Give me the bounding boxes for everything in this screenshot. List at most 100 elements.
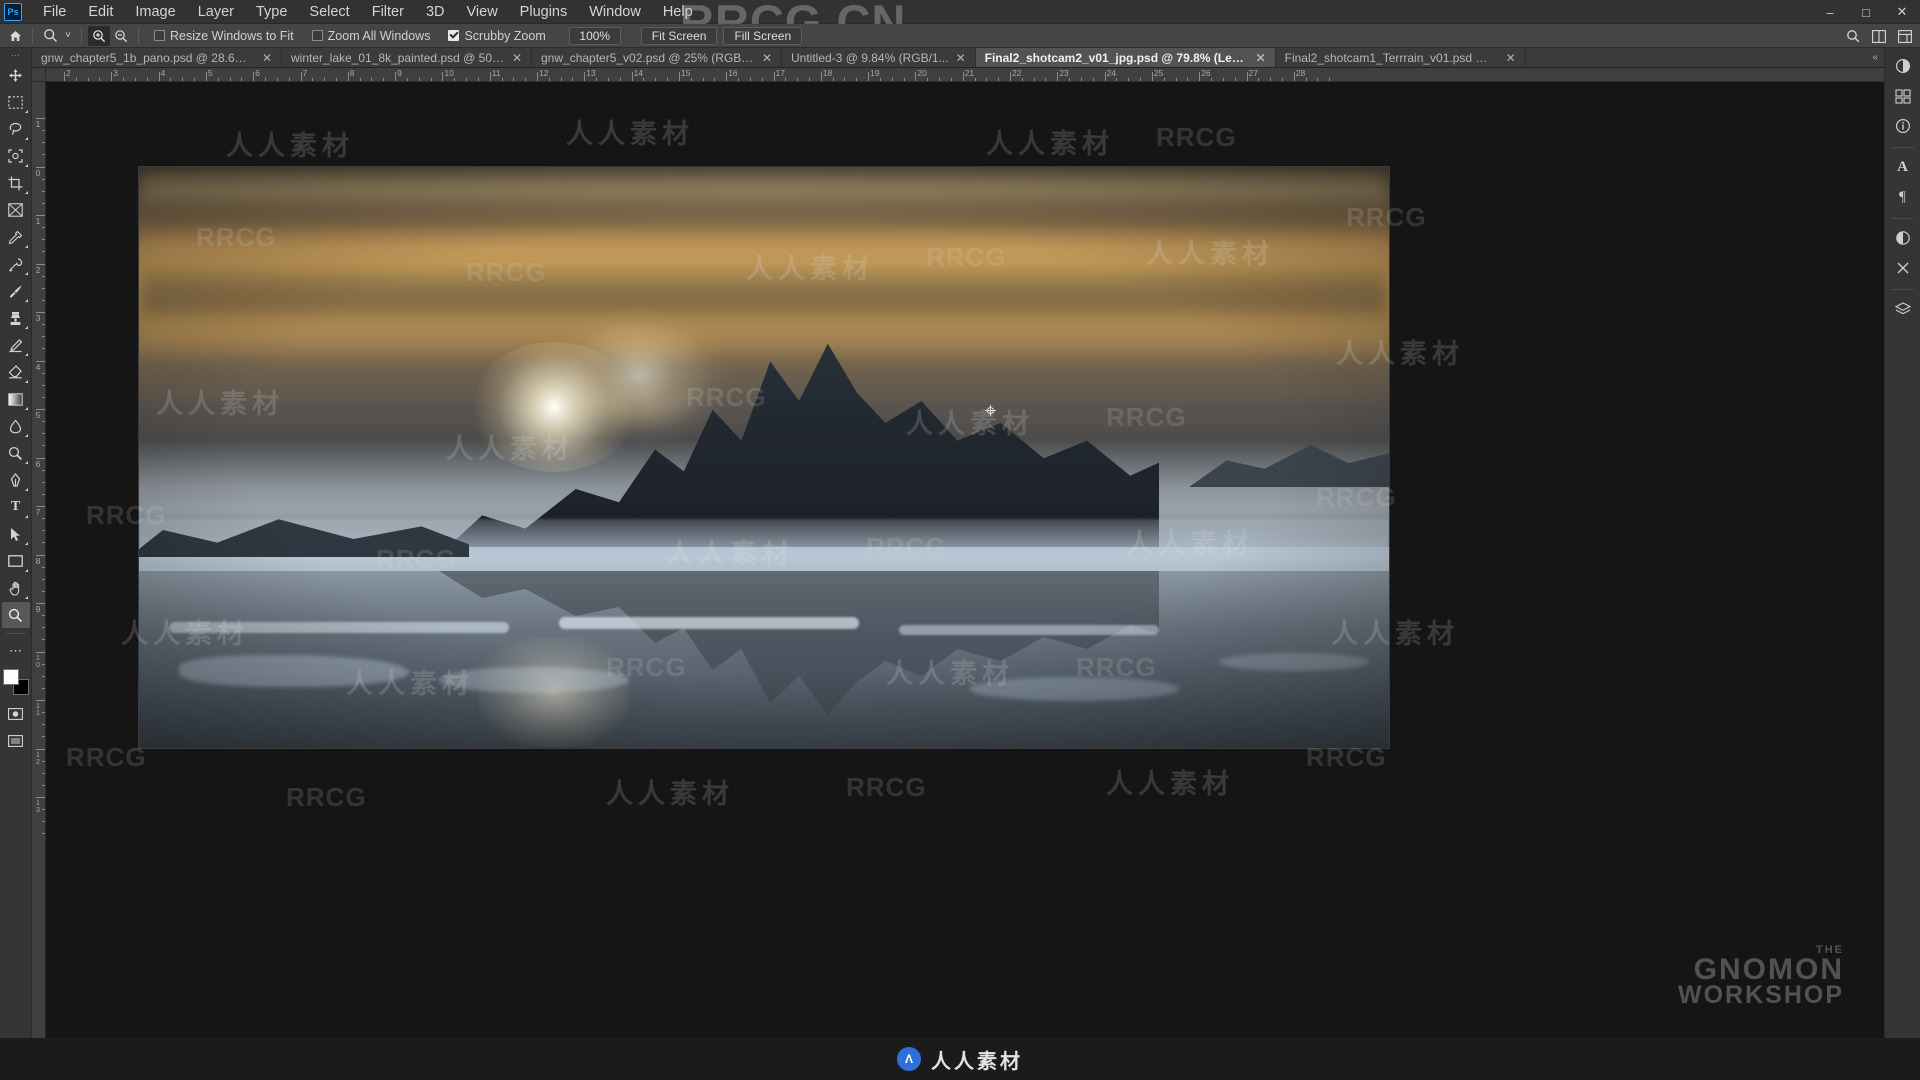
arrange-documents-icon[interactable]	[1868, 26, 1890, 46]
tool-spot-healing-brush[interactable]	[2, 251, 30, 277]
tool-edit-toolbar[interactable]: ⋯	[2, 638, 30, 664]
tool-rectangular-marquee[interactable]	[2, 89, 30, 115]
document-tab-4[interactable]: Untitled-3 @ 9.84% (RGB/1... ✕	[782, 48, 976, 67]
ruler-tick	[1151, 72, 1153, 81]
workspace-switcher-icon[interactable]	[1894, 26, 1916, 46]
close-icon[interactable]: ✕	[1256, 52, 1266, 64]
properties-panel-icon[interactable]	[1888, 254, 1918, 282]
ruler-label: 1 3	[36, 800, 40, 814]
collapse-panels-icon[interactable]: «	[1872, 52, 1878, 63]
menu-type[interactable]: Type	[245, 1, 298, 23]
close-icon[interactable]: ✕	[262, 52, 272, 64]
fill-screen-button[interactable]: Fill Screen	[723, 26, 803, 45]
tool-submenu-indicator	[24, 110, 28, 113]
menu-image[interactable]: Image	[124, 1, 186, 23]
menu-plugins[interactable]: Plugins	[509, 1, 579, 23]
menu-filter[interactable]: Filter	[361, 1, 415, 23]
tool-pen[interactable]	[2, 467, 30, 493]
close-icon[interactable]: ✕	[956, 52, 966, 64]
info-panel-icon[interactable]	[1888, 112, 1918, 140]
toolbar-grip[interactable]: ⋯	[9, 50, 23, 60]
tool-horizontal-type[interactable]: T	[2, 494, 30, 520]
gnomon-line-3: WORKSHOP	[1678, 981, 1844, 1010]
vertical-ruler[interactable]: 101234567891 01 11 21 3	[32, 82, 46, 1064]
ruler-tick	[820, 72, 822, 81]
color-swatches[interactable]	[2, 669, 29, 695]
ruler-tick	[36, 748, 45, 750]
document-tab-3[interactable]: gnw_chapter5_v02.psd @ 25% (RGB/1... ✕	[532, 48, 782, 67]
menu-help[interactable]: Help	[652, 1, 704, 23]
watermark-rrcg: RRCG	[846, 772, 927, 802]
maximize-button[interactable]: □	[1848, 0, 1884, 24]
horizontal-ruler[interactable]: 2 3 4 5 6 7 8 9 10 11 12 13 14 15 16 17 18 19 20 21 22 23 24 25…	[46, 68, 1884, 82]
canvas-viewport[interactable]: 人人素材 RRCG 人人素材 RRCG 人人素材 RRCG 人人素材 RRCG …	[46, 82, 1884, 1064]
close-icon[interactable]: ✕	[512, 52, 522, 64]
tool-submenu-indicator	[24, 380, 28, 383]
document-tab-5-active[interactable]: Final2_shotcam2_v01_jpg.psd @ 79.8% (Lev…	[975, 48, 1276, 67]
document-tab-2[interactable]: winter_lake_01_8k_painted.psd @ 50% (Gro…	[282, 48, 532, 67]
character-panel-icon[interactable]: A	[1888, 153, 1918, 181]
paragraph-panel-icon[interactable]: ¶	[1888, 183, 1918, 211]
ruler-label: 1 0	[36, 654, 40, 669]
menu-layer[interactable]: Layer	[187, 1, 245, 23]
document-tab-1[interactable]: gnw_chapter5_1b_pano.psd @ 28.6% (RGB/32…	[32, 48, 282, 67]
tool-submenu-indicator	[24, 542, 28, 545]
ruler-tick	[36, 797, 45, 798]
tool-lasso[interactable]	[2, 116, 30, 142]
zoom-out-icon[interactable]	[110, 26, 132, 46]
zoom-all-windows-checkbox[interactable]: Zoom All Windows	[311, 29, 430, 43]
search-icon[interactable]	[1842, 26, 1864, 46]
zoom-percent-field[interactable]: 100%	[568, 26, 621, 45]
zoom-in-icon[interactable]	[88, 25, 110, 46]
layers-panel-icon[interactable]	[1888, 295, 1918, 323]
tool-crop[interactable]	[2, 170, 30, 196]
resize-windows-to-fit-checkbox[interactable]: Resize Windows to Fit	[154, 29, 294, 43]
close-icon[interactable]: ✕	[1506, 52, 1516, 64]
quick-mask-icon[interactable]	[2, 701, 30, 727]
zoom-tool-icon[interactable]	[39, 26, 61, 46]
canvas-image[interactable]	[138, 166, 1390, 749]
document-tab-6[interactable]: Final2_shotcam1_Terrrain_v01.psd @ 79.8%…	[1275, 48, 1526, 67]
tool-dodge[interactable]	[2, 440, 30, 466]
menu-3d[interactable]: 3D	[415, 1, 456, 23]
divider	[5, 633, 26, 634]
tool-eyedropper[interactable]	[2, 224, 30, 250]
foreground-color-swatch[interactable]	[2, 669, 19, 685]
tool-rectangle[interactable]	[2, 548, 30, 574]
menu-view[interactable]: View	[456, 1, 509, 23]
color-panel-icon[interactable]	[1888, 52, 1918, 80]
tool-zoom[interactable]	[1, 602, 30, 628]
libraries-panel-icon[interactable]	[1888, 82, 1918, 110]
tool-gradient[interactable]	[2, 386, 30, 412]
close-button[interactable]: ✕	[1884, 0, 1920, 24]
tool-move[interactable]	[2, 62, 30, 88]
tool-frame[interactable]	[2, 197, 30, 223]
tool-eraser[interactable]	[2, 359, 30, 385]
ruler-tick	[1057, 72, 1059, 81]
tool-blur[interactable]	[2, 413, 30, 439]
menu-select[interactable]: Select	[298, 1, 360, 23]
tool-clone-stamp[interactable]	[2, 305, 30, 331]
menu-window[interactable]: Window	[578, 1, 652, 23]
minimize-button[interactable]: –	[1812, 0, 1848, 24]
divider	[1891, 218, 1914, 219]
menu-file[interactable]: File	[32, 1, 77, 23]
ruler-corner[interactable]	[32, 68, 46, 82]
tool-object-selection[interactable]	[2, 143, 30, 169]
tool-hand[interactable]	[2, 575, 30, 601]
menu-edit[interactable]: Edit	[77, 1, 124, 23]
screen-mode-icon[interactable]	[2, 728, 30, 754]
ruler-label: 2	[35, 264, 41, 275]
tool-path-selection[interactable]	[2, 521, 30, 547]
workspace-body: ⋯ T ⋯ gnw_chapter5_1b_pano.psd @ 28.6% (…	[0, 48, 1920, 1080]
tool-brush[interactable]	[2, 278, 30, 304]
home-icon[interactable]	[4, 26, 26, 46]
tool-preset-chevron-down-icon[interactable]: ˅	[61, 26, 75, 46]
fit-screen-button[interactable]: Fit Screen	[640, 26, 718, 45]
ruler-label: 1	[35, 216, 41, 226]
adjustments-panel-icon[interactable]	[1888, 224, 1918, 252]
tool-history-brush[interactable]	[2, 332, 30, 358]
scrubby-zoom-checkbox[interactable]: Scrubby Zoom	[448, 29, 546, 43]
ruler-label: 10	[444, 68, 454, 78]
close-icon[interactable]: ✕	[762, 52, 772, 64]
